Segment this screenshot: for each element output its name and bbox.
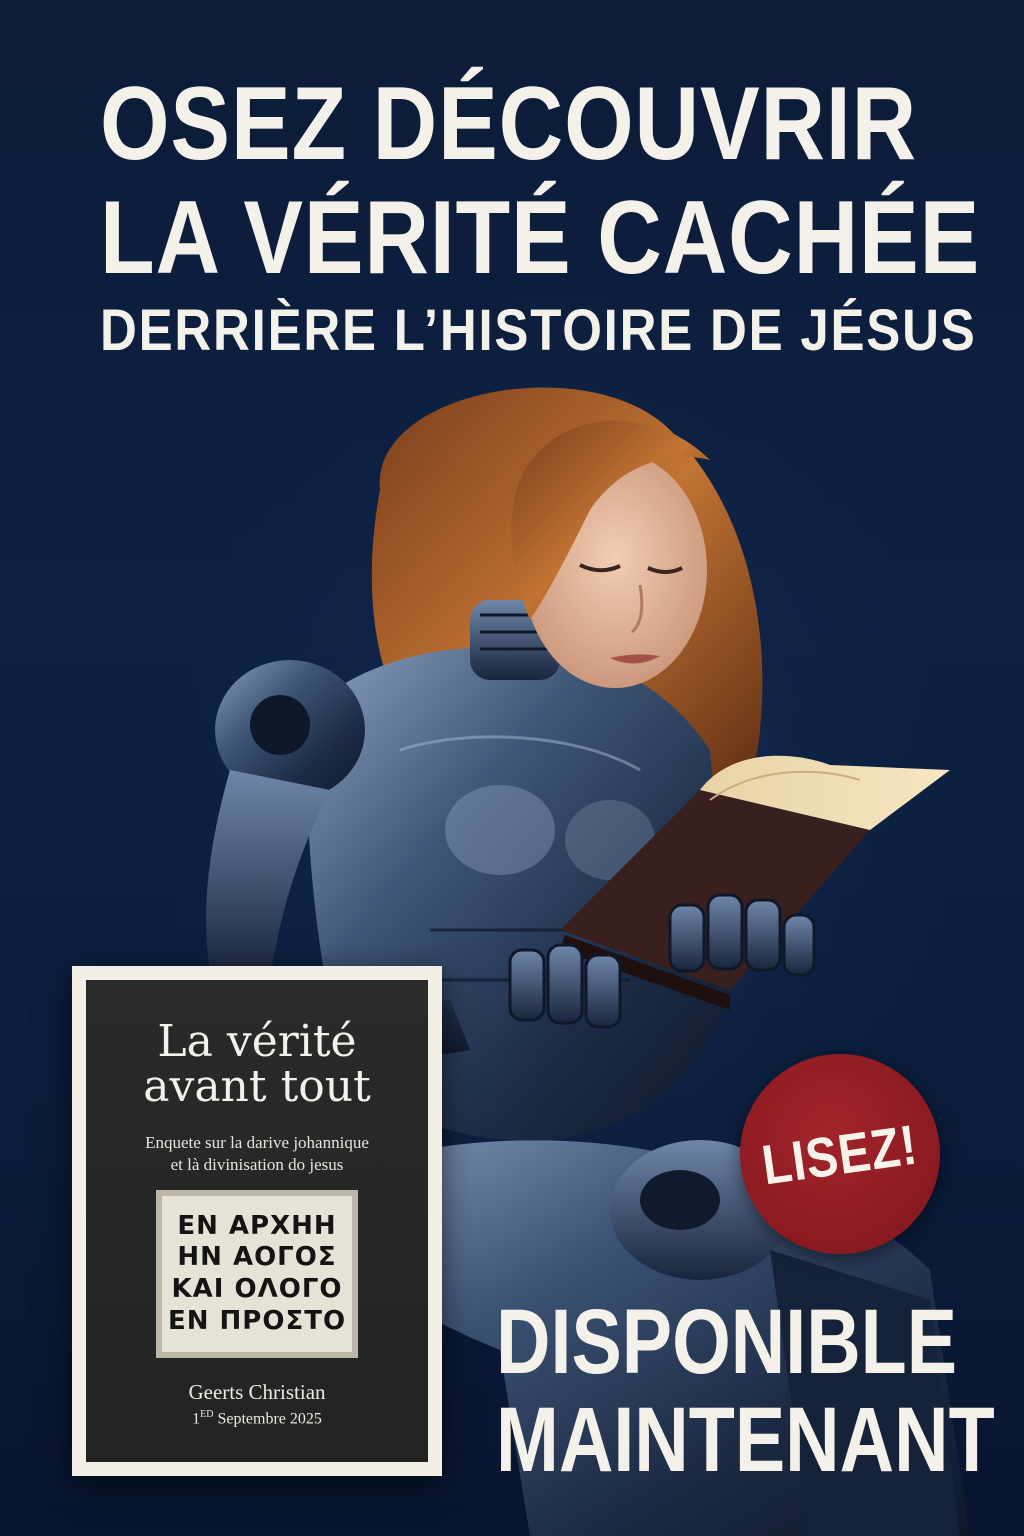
book-date-day: 1 [192,1410,201,1428]
headline-line-1: OSEZ DÉCOUVRIR [100,66,918,182]
book-subtitle: Enquete sur la darive johannique et là d… [86,1132,428,1176]
greek-text-panel: ΕΝ ΑΡΧΗΗ ΗΝ ΑΟΓΟΣ ΚΑΙ ΟΛΟΓΟ ΕΝ ΠΡΟΣΤΟ [156,1189,358,1358]
greek-line-1: ΕΝ ΑΡΧΗΗ [177,1210,337,1241]
book-subtitle-line-1: Enquete sur la darive johannique [145,1132,369,1152]
availability-line-2: MAINTENANT [496,1389,995,1491]
book-author: Geerts Christian [188,1379,326,1404]
book-cover-inner: La vérité avant tout Enquete sur la dari… [86,980,428,1462]
book-title-line-2: avant tout [143,1060,371,1112]
book-subtitle-line-2: et là divinisation do jesus [170,1154,344,1174]
book-date-suffix: ED [200,1408,214,1420]
headline-line-2: LA VÉRITÉ CACHÉE [100,180,981,296]
poster: OSEZ DÉCOUVRIR LA VÉRITÉ CACHÉE DERRIÈRE… [0,0,1024,1536]
book-date: 1ED Septembre 2025 [86,1409,428,1428]
book-cover: La vérité avant tout Enquete sur la dari… [72,966,442,1476]
book-title: La vérité avant tout [86,1016,428,1112]
availability-text: DISPONIBLE MAINTENANT [496,1291,995,1491]
greek-line-4: ΕΝ ΠΡΟΣΤΟ [167,1305,347,1336]
book-title-line-1: La vérité [157,1016,357,1067]
headline-line-3: DERRIÈRE L’HISTOIRE DE JÉSUS [100,298,977,363]
read-badge: LISEZ! [740,1054,940,1254]
availability-line-1: DISPONIBLE [496,1291,958,1393]
book-date-rest: Septembre 2025 [213,1410,322,1428]
headline: OSEZ DÉCOUVRIR LA VÉRITÉ CACHÉE DERRIÈRE… [100,66,981,363]
read-badge-label: LISEZ! [758,1111,922,1197]
greek-line-3: ΚΑΙ ΟΛΟΓΟ [171,1273,343,1304]
greek-line-2: ΗΝ ΑΟΓΟΣ [177,1242,337,1273]
